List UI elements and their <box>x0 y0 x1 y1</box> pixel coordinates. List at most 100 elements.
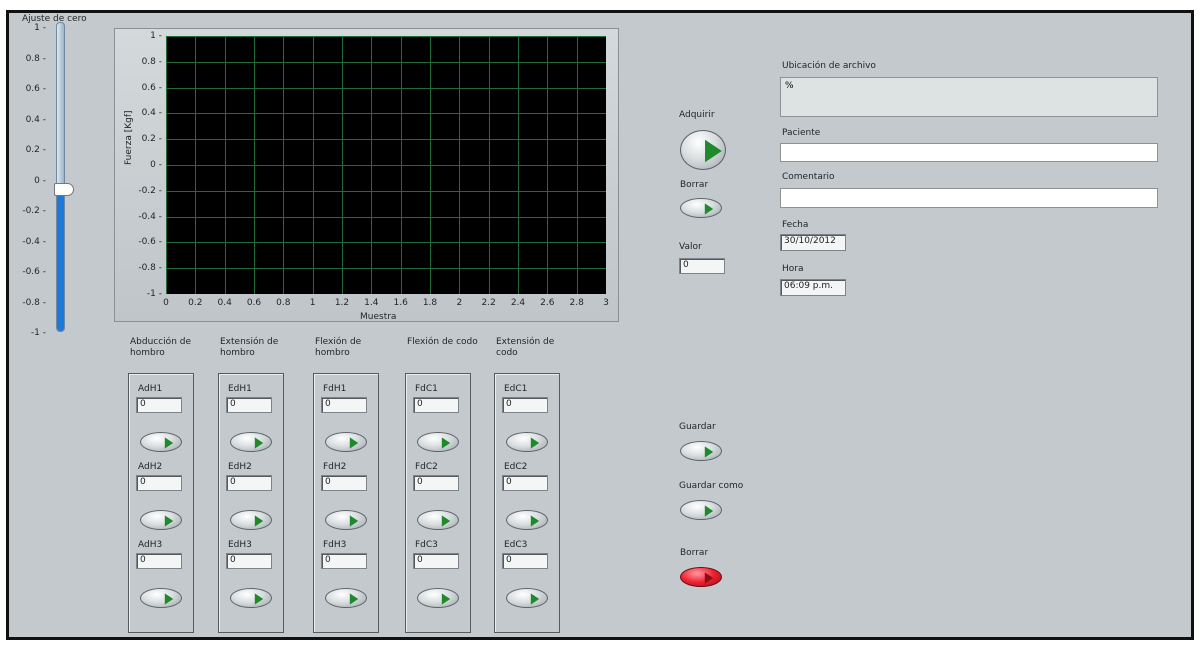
slider-tick-label: -0.2 - <box>22 206 46 216</box>
adquirir-label: Adquirir <box>679 110 715 120</box>
measure-indicator: 0 <box>136 553 182 569</box>
y-tick-label: 0.4 - <box>141 108 162 119</box>
y-tick-label: -0.4 - <box>138 211 162 222</box>
led-indicator <box>254 593 264 605</box>
paciente-label: Paciente <box>782 128 821 138</box>
led-indicator <box>704 572 714 584</box>
measure-indicator: 0 <box>226 475 272 491</box>
measure-indicator: 0 <box>136 475 182 491</box>
x-tick-label: 1.8 <box>422 298 438 308</box>
measure-label: FdH2 <box>323 462 347 472</box>
capture-button[interactable] <box>140 432 182 452</box>
measure-label: FdH3 <box>323 540 347 550</box>
capture-button[interactable] <box>325 588 367 608</box>
group-title: Abducción de hombro <box>130 337 192 358</box>
measure-indicator: 0 <box>321 475 367 491</box>
x-tick-label: 2.6 <box>540 298 555 308</box>
measure-indicator: 0 <box>502 397 548 413</box>
led-indicator <box>164 515 174 527</box>
guardar-como-button[interactable] <box>680 500 722 520</box>
capture-button[interactable] <box>506 588 548 608</box>
group-title: Extensión de hombro <box>220 337 279 358</box>
led-indicator <box>441 437 451 449</box>
measure-label: EdC3 <box>504 540 528 550</box>
slider-tick-label: -0.6 - <box>22 267 46 277</box>
led-indicator <box>530 593 540 605</box>
guardar-como-label: Guardar como <box>679 481 744 491</box>
slider-tick-label: 1 - <box>34 23 46 33</box>
y-tick-label: 0.8 - <box>141 56 162 67</box>
ubicacion-path-field[interactable]: % <box>780 77 1158 117</box>
borrar-graph-button[interactable] <box>680 198 722 218</box>
slider-thumb[interactable] <box>54 183 74 196</box>
measure-label: AdH3 <box>138 540 163 550</box>
capture-button[interactable] <box>325 432 367 452</box>
slider-tick-label: 0.8 - <box>25 53 46 64</box>
x-tick-label: 2.4 <box>510 298 526 308</box>
paciente-field[interactable] <box>780 143 1158 162</box>
guardar-button[interactable] <box>680 441 722 461</box>
capture-button[interactable] <box>417 510 459 530</box>
capture-button[interactable] <box>140 510 182 530</box>
capture-button[interactable] <box>230 588 272 608</box>
measure-label: FdC3 <box>415 540 438 550</box>
borrar-all-button[interactable] <box>680 567 722 587</box>
comentario-label: Comentario <box>782 172 835 182</box>
capture-button[interactable] <box>417 588 459 608</box>
led-indicator <box>704 505 714 517</box>
led-indicator <box>349 437 359 449</box>
measure-label: FdH1 <box>323 384 347 394</box>
measure-indicator: 0 <box>321 553 367 569</box>
group-title: Flexión de hombro <box>315 337 362 358</box>
measure-label: AdH2 <box>138 462 163 472</box>
slider-tick-label: 0.6 - <box>25 84 46 94</box>
capture-button[interactable] <box>230 432 272 452</box>
slider-tick-label: -0.8 - <box>22 297 46 308</box>
measure-indicator: 0 <box>226 397 272 413</box>
measure-indicator: 0 <box>136 397 182 413</box>
x-tick-label: 0.2 <box>188 298 203 308</box>
x-tick-label: 1.4 <box>364 298 379 308</box>
x-tick-label: 2.8 <box>569 298 584 308</box>
x-tick-label: 0.8 <box>276 298 291 308</box>
capture-button[interactable] <box>325 510 367 530</box>
measure-label: FdC2 <box>415 462 438 472</box>
fecha-label: Fecha <box>782 220 809 230</box>
capture-button[interactable] <box>230 510 272 530</box>
led-indicator <box>164 593 174 605</box>
led-indicator <box>530 437 540 449</box>
y-tick-label: -0.6 - <box>138 237 162 248</box>
capture-button[interactable] <box>417 432 459 452</box>
group-title: Extensión de codo <box>496 337 555 358</box>
hora-indicator: 06:09 p.m. <box>780 279 846 296</box>
group-title: Flexión de codo <box>407 337 478 347</box>
y-tick-label: 0.6 - <box>141 82 162 93</box>
x-tick-label: 1.2 <box>334 298 350 308</box>
comentario-field[interactable] <box>780 188 1158 208</box>
x-tick-label: 3 <box>603 298 609 308</box>
measure-label: AdH1 <box>138 384 163 394</box>
graph-x-label: Muestra <box>360 312 397 322</box>
x-tick-label: 2.2 <box>481 298 496 308</box>
capture-button[interactable] <box>140 588 182 608</box>
capture-button[interactable] <box>506 432 548 452</box>
slider-tick-label: -1 - <box>30 328 46 338</box>
adquirir-button[interactable] <box>680 130 726 170</box>
measure-label: EdH1 <box>228 384 252 394</box>
borrar-label: Borrar <box>680 180 709 190</box>
led-indicator <box>705 139 722 163</box>
led-indicator <box>254 515 264 527</box>
window: Ajuste de cero 1 -0.8 -0.6 -0.4 -0.2 -0 … <box>0 0 1204 647</box>
measure-label: EdC2 <box>504 462 528 472</box>
measure-label: EdH3 <box>228 540 252 550</box>
slider-tick-label: 0.4 - <box>25 114 46 125</box>
y-tick-label: -0.8 - <box>138 263 162 274</box>
measure-indicator: 0 <box>321 397 367 413</box>
led-indicator <box>441 593 451 605</box>
y-tick-label: 0.2 - <box>141 134 162 145</box>
y-tick-label: 1 - <box>150 31 162 41</box>
plot-area[interactable] <box>166 36 607 295</box>
borrar-all-label: Borrar <box>680 548 709 558</box>
capture-button[interactable] <box>506 510 548 530</box>
led-indicator <box>441 515 451 527</box>
